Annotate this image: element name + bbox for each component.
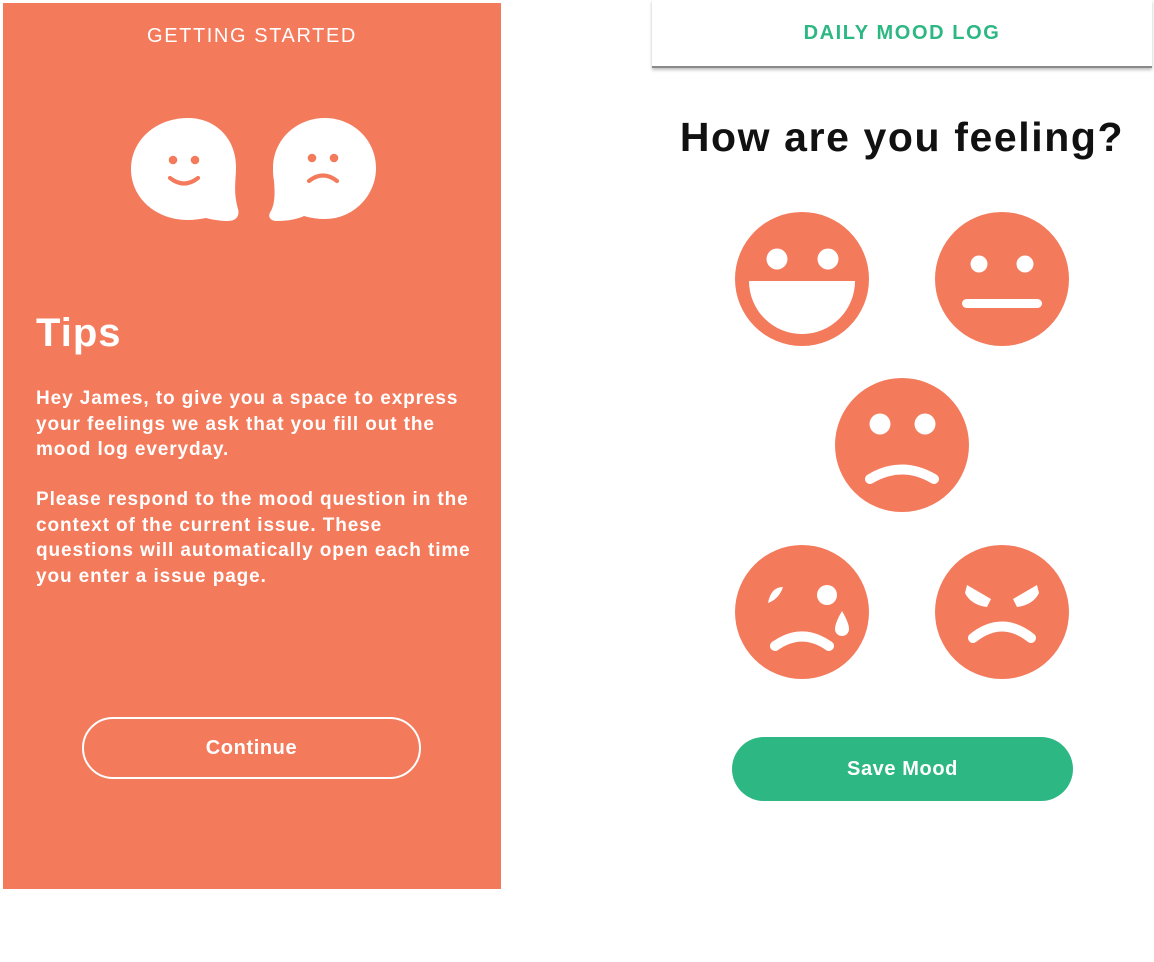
getting-started-header: GETTING STARTED: [147, 25, 357, 47]
happy-speech-bubble-icon: [131, 118, 239, 221]
getting-started-screen: GETTING STARTED Tips Hey James, to give …: [3, 3, 501, 889]
sad-face-icon[interactable]: [835, 378, 969, 512]
very-happy-face-icon[interactable]: [735, 212, 869, 346]
mood-log-title: DAILY MOOD LOG: [803, 22, 1001, 44]
mood-question: How are you feeling?: [679, 114, 1125, 160]
tips-paragraph: Hey James, to give you a space to expres…: [36, 388, 459, 460]
continue-button[interactable]: Continue: [82, 717, 421, 779]
neutral-face-icon[interactable]: [935, 212, 1069, 346]
crying-face-icon[interactable]: [735, 545, 869, 679]
angry-face-icon[interactable]: [935, 545, 1069, 679]
save-mood-button[interactable]: Save Mood: [732, 737, 1073, 801]
mood-log-header-bar: DAILY MOOD LOG: [652, 0, 1152, 68]
tips-paragraph: Please respond to the mood question in t…: [36, 489, 471, 587]
speech-bubbles-illustration: [128, 115, 383, 230]
daily-mood-log-screen: DAILY MOOD LOG How are you feeling? Save…: [652, 0, 1152, 962]
tips-title: Tips: [36, 311, 122, 355]
sad-speech-bubble-icon: [269, 118, 376, 221]
